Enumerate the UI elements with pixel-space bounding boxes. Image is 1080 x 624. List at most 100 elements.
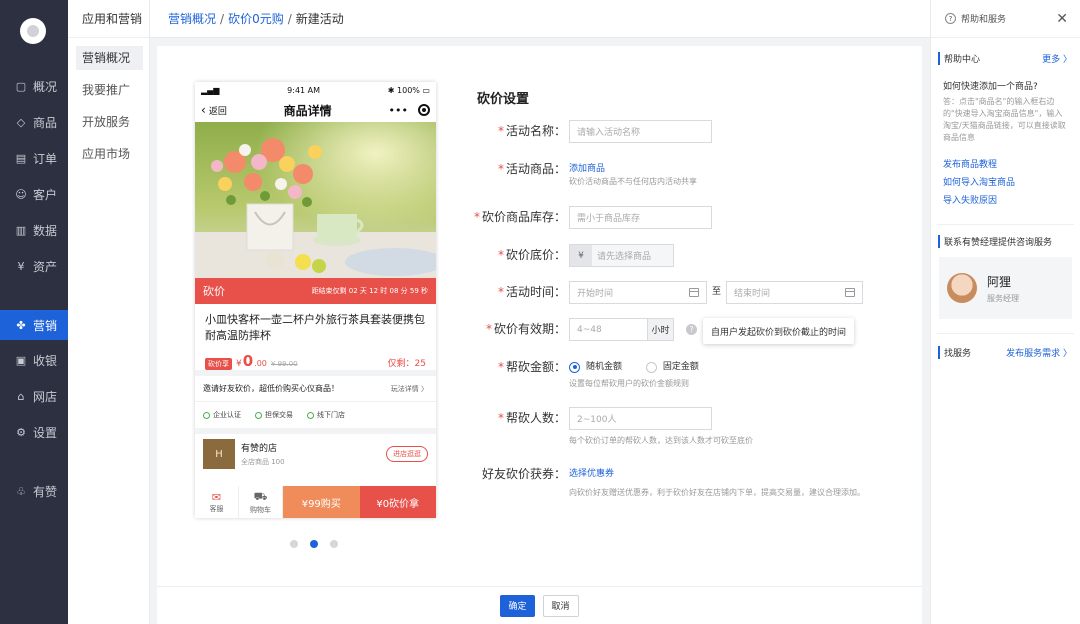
help-people-input[interactable]: 2~100人 [569,407,712,430]
publish-demand-link[interactable]: 发布服务需求 〉 [1006,346,1072,359]
label-text: 活动时间： [505,285,566,299]
sidebar-item-marketing-overview[interactable]: 营销概况 [76,46,143,70]
manager-role: 服务经理 [987,293,1019,303]
help-question-icon[interactable]: ? [686,324,697,335]
countdown-text: 距结束仅剩 02 天 12 时 08 分 59 秒 [311,287,428,295]
people-hint: 每个砍价订单的帮砍人数，达到该人数才可砍至底价 [569,436,753,445]
manager-info: 阿狸 服务经理 [987,273,1019,304]
divider [937,224,1074,225]
amount-hint: 设置每位帮砍用户的砍价金额规则 [569,379,689,388]
radio-fixed-amount[interactable]: 固定金额 [645,356,699,378]
target-icon[interactable] [418,104,430,116]
marketing-icon: ✤ [16,318,26,332]
rule-link[interactable]: 玩法详情 〉 [391,384,428,394]
start-time-input[interactable]: 开始时间 [569,281,707,304]
cart-button[interactable]: ⛟ 购物车 [239,486,283,518]
nav-youzan[interactable]: ♧ 有赞 [0,478,68,504]
main-card: ▂▄▆ 9:41 AM ✱ 100% ▭ ‹ 返回 商品详情 ••• 砍价 距结… [157,46,922,586]
stock-remaining: 仅剩：25 [387,359,426,369]
bargain-countdown-bar: 砍价 距结束仅剩 02 天 12 时 08 分 59 秒 [195,278,436,304]
contact-header: 联系有赞经理提供咨询服务 [931,235,1080,248]
service-label: 客服 [209,504,224,513]
guarantee-label: 线下门店 [317,411,345,419]
placeholder: 请输入活动名称 [577,128,641,138]
field-label: 好友砍价获券： [457,463,569,485]
label-text: 活动名称： [505,124,566,138]
activity-name-input[interactable]: 请输入活动名称 [569,120,712,143]
select-coupon-link[interactable]: 选择优惠券 [569,463,884,485]
bargain-button[interactable]: ¥0砍价拿 [359,486,436,518]
carousel-dot[interactable] [330,540,338,548]
breadcrumb-link-bargain[interactable]: 砍价0元购 [228,10,284,27]
confirm-button[interactable]: 确定 [500,594,535,617]
phone-back-button[interactable]: ‹ 返回 [201,103,227,117]
breadcrumb: 营销概况 / 砍价0元购 / 新建活动 [150,0,930,38]
amount-radios: 随机金额 固定金额 [569,356,719,378]
sidebar-item-app-market[interactable]: 应用市场 [76,142,143,166]
service-button[interactable]: ✉ 客服 [195,486,239,518]
label-text: 好友砍价获券： [481,467,566,481]
phone-preview: ▂▄▆ 9:41 AM ✱ 100% ▭ ‹ 返回 商品详情 ••• 砍价 距结… [195,82,436,518]
coupon-control: 选择优惠券 向砍价好友赠送优惠券，利于砍价好友在店铺内下单，提高交易量，建议合理… [569,463,884,498]
nav-customers[interactable]: ☺ 客户 [0,181,68,207]
help-link-import-taobao[interactable]: 如何导入淘宝商品 [931,174,1080,192]
nav-goods[interactable]: ◇ 商品 [0,109,68,135]
help-more-link[interactable]: 更多 〉 [1042,52,1072,65]
price-value: 0 [242,352,254,370]
manager-name: 阿狸 [987,274,1012,289]
close-icon[interactable]: ✕ [1056,11,1068,27]
nav-orders[interactable]: ▤ 订单 [0,145,68,171]
cashier-icon: ▣ [15,353,27,367]
cart-label: 购物车 [250,505,271,514]
nav-label: 设置 [33,425,58,440]
store-logo[interactable] [20,18,46,44]
help-link-publish-tutorial[interactable]: 发布商品教程 [931,156,1080,174]
nav-label: 网店 [33,389,58,404]
help-panel-title: 帮助和服务 [961,15,1007,25]
breadcrumb-link-overview[interactable]: 营销概况 [168,10,216,27]
field-activity-name: * 活动名称： 请输入活动名称 [457,120,712,143]
field-label: * 活动时间： [497,285,566,299]
floor-price-input[interactable]: ¥ 请先选择商品 [569,244,674,267]
carousel-dot-active[interactable] [310,540,318,548]
cart-icon: ⛟ [253,489,268,503]
buy-button[interactable]: ¥99购买 [283,486,360,518]
check-icon [307,411,314,419]
more-icon[interactable]: ••• [389,104,408,117]
nav-settings[interactable]: ⚙ 设置 [0,419,68,445]
guarantee-item: 担保交易 [255,410,293,420]
sidebar-item-open-service[interactable]: 开放服务 [76,110,143,134]
customer-icon: ☺ [15,187,27,201]
visit-shop-button[interactable]: 进店逛逛 [386,446,428,462]
nav-overview[interactable]: ▢ 概况 [0,73,68,99]
original-price: ¥ 99.00 [270,360,298,368]
nav-cashier[interactable]: ▣ 收银 [0,347,68,373]
manager-card[interactable]: 阿狸 服务经理 [939,257,1072,319]
field-label: * 砍价底价： [497,248,566,262]
faq-question[interactable]: 如何快速添加一个商品? [931,79,1080,92]
overview-icon: ▢ [15,79,27,93]
phone-status-bar: ▂▄▆ 9:41 AM ✱ 100% ▭ [195,82,436,98]
invite-row[interactable]: 邀请好友砍价，超低价购买心仪商品！ 玩法详情 〉 [195,376,436,402]
field-coupon: 好友砍价获券： 选择优惠券 向砍价好友赠送优惠券，利于砍价好友在店铺内下单，提高… [457,463,884,498]
carousel-dot[interactable] [290,540,298,548]
help-link-import-failed[interactable]: 导入失败原因 [931,192,1080,210]
guarantee-row: 企业认证 担保交易 线下门店 [195,402,436,428]
guarantee-label: 担保交易 [265,411,293,419]
field-stock: * 砍价商品库存： 需小于商品库存 [457,206,712,229]
stock-input[interactable]: 需小于商品库存 [569,206,712,229]
tag-icon: ◇ [16,115,26,129]
sidebar-item-promote[interactable]: 我要推广 [76,78,143,102]
cancel-button[interactable]: 取消 [542,594,579,617]
range-separator: 至 [712,287,722,297]
nav-data[interactable]: ▥ 数据 [0,217,68,243]
nav-assets[interactable]: ¥ 资产 [0,253,68,279]
order-icon: ▤ [15,151,27,165]
radio-random-amount[interactable]: 随机金额 [569,356,622,378]
radio-label: 固定金额 [662,362,699,372]
nav-marketing[interactable]: ✤ 营销 [0,310,68,340]
placeholder: 结束时间 [734,289,771,299]
nav-shop[interactable]: ⌂ 网店 [0,383,68,409]
valid-period-input[interactable]: 4~48 [569,318,648,341]
end-time-input[interactable]: 结束时间 [726,281,864,304]
